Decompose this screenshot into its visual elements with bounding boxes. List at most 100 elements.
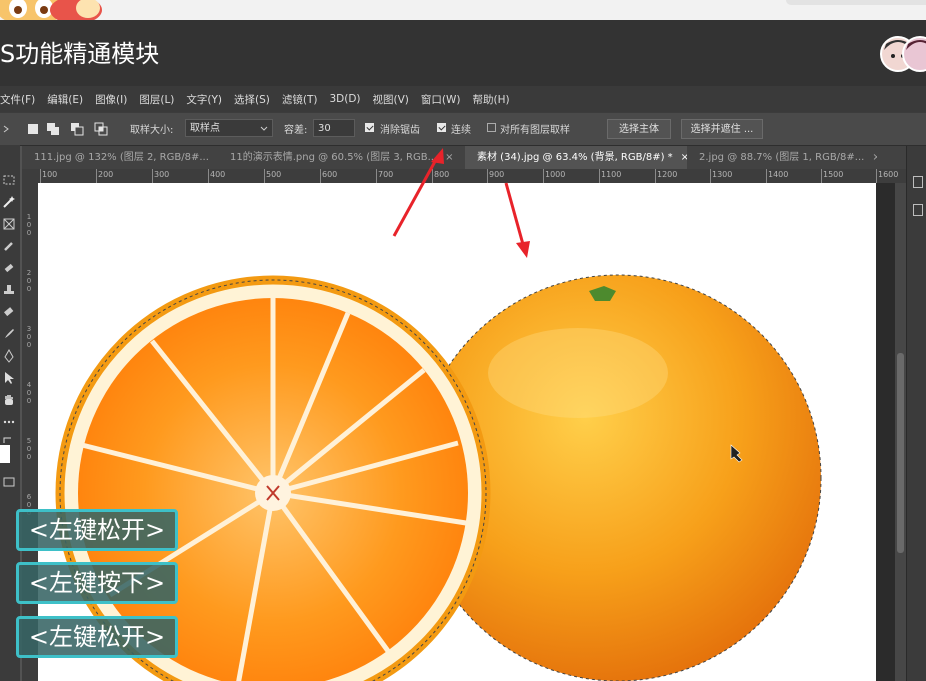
menu-file[interactable]: 文件(F): [0, 92, 35, 107]
ruler-tick: [710, 169, 711, 183]
top-strip-pill: [786, 0, 926, 5]
right-panel-strip: [906, 146, 926, 681]
ruler-tick: [543, 169, 544, 183]
ruler-label: 700: [378, 170, 394, 179]
marquee-icon[interactable]: [2, 173, 16, 187]
ruler-label: 1500: [823, 170, 844, 179]
tolerance-input[interactable]: 30: [313, 119, 355, 137]
scroll-thumb[interactable]: [897, 353, 904, 553]
tab-111-jpg[interactable]: 111.jpg @ 132% (图层 2, RGB/8#...×: [22, 146, 218, 169]
pen-icon[interactable]: [2, 349, 16, 363]
ruler-label: 1300: [712, 170, 733, 179]
menu-3d[interactable]: 3D(D): [329, 93, 360, 105]
menu-window[interactable]: 窗口(W): [421, 92, 461, 107]
properties-icon[interactable]: [913, 204, 923, 216]
more-icon[interactable]: [2, 415, 16, 429]
color-swatch-icon[interactable]: [0, 445, 10, 463]
ruler-label: 400: [210, 170, 226, 179]
antialias-label: 消除锯齿: [380, 125, 420, 136]
mascot-icon: [0, 0, 102, 20]
vertical-scrollbar[interactable]: [895, 183, 906, 681]
document-tabs: 111.jpg @ 132% (图层 2, RGB/8#...× 11的演示表情…: [22, 146, 906, 169]
crop-icon[interactable]: [2, 217, 16, 231]
options-bar: 取样大小: 取样点 容差: 30 消除锯齿 连续 对所有图层取样 选择主体 选择…: [0, 112, 926, 146]
menu-image[interactable]: 图像(I): [95, 92, 127, 107]
magic-wand-icon[interactable]: [2, 195, 16, 209]
stamp-icon[interactable]: [2, 283, 16, 297]
menu-select[interactable]: 选择(S): [234, 92, 270, 107]
new-selection-icon[interactable]: [26, 122, 40, 136]
ruler-tick: [655, 169, 656, 183]
tab-2-jpg[interactable]: 2.jpg @ 88.7% (图层 1, RGB/8#... ×: [687, 146, 877, 169]
ruler-label: 1000: [545, 170, 566, 179]
ruler-label: 0: [26, 501, 32, 509]
ruler-tick: [766, 169, 767, 183]
ruler-label: 6: [26, 493, 32, 501]
screen-mode-icon[interactable]: [2, 475, 16, 489]
hand-icon[interactable]: [2, 393, 16, 407]
ruler-tick: [40, 169, 41, 183]
add-selection-icon[interactable]: [46, 122, 60, 136]
contiguous-label: 连续: [451, 125, 471, 136]
close-icon[interactable]: ×: [445, 152, 453, 163]
ruler-label: 300: [154, 170, 170, 179]
ruler-label: 100: [42, 170, 58, 179]
healing-icon[interactable]: [2, 261, 16, 275]
sample-size-select[interactable]: 取样点: [185, 119, 273, 137]
menu-type[interactable]: 文字(Y): [186, 92, 222, 107]
tab-sucai-jpg[interactable]: 素材 (34).jpg @ 63.4% (背景, RGB/8#) * ×: [465, 146, 687, 169]
close-icon[interactable]: ×: [872, 152, 877, 163]
select-arrow-icon[interactable]: [2, 371, 16, 385]
chevron-down-icon: [260, 126, 268, 131]
eraser-icon[interactable]: [2, 305, 16, 319]
menu-layer[interactable]: 图层(L): [139, 92, 174, 107]
all-layers-checkbox[interactable]: [487, 123, 496, 132]
menu-edit[interactable]: 编辑(E): [47, 92, 83, 107]
tab-demo-png[interactable]: 11的演示表情.png @ 60.5% (图层 3, RGB... ×: [218, 146, 464, 169]
subtract-selection-icon[interactable]: [70, 122, 84, 136]
sample-size-value: 取样点: [190, 123, 220, 134]
menu-help[interactable]: 帮助(H): [473, 92, 510, 107]
document-canvas[interactable]: [38, 183, 876, 681]
ruler-label: 200: [98, 170, 114, 179]
ruler-label: 0: [26, 277, 32, 285]
menu-filter[interactable]: 滤镜(T): [282, 92, 318, 107]
menu-view[interactable]: 视图(V): [373, 92, 409, 107]
key-hint-mouse-release: <左键松开>: [16, 509, 178, 551]
sample-size-label: 取样大小:: [130, 125, 174, 136]
ruler-label: 0: [26, 229, 32, 237]
ruler-tick: [487, 169, 488, 183]
window-title: S功能精通模块: [0, 40, 160, 68]
layers-icon[interactable]: [913, 176, 923, 188]
select-and-mask-button[interactable]: 选择并遮住 ...: [681, 119, 763, 139]
ruler-label: 0: [26, 397, 32, 405]
brush-icon[interactable]: [2, 327, 16, 341]
ruler-label: 900: [489, 170, 505, 179]
ruler-label: 0: [26, 333, 32, 341]
ruler-label: 0: [26, 341, 32, 349]
tool-preset-chevron-icon[interactable]: [0, 122, 14, 136]
select-subject-button[interactable]: 选择主体: [607, 119, 671, 139]
ruler-label: 0: [26, 285, 32, 293]
contiguous-checkbox[interactable]: [437, 123, 446, 132]
ruler-tick: [432, 169, 433, 183]
ruler-label: 0: [26, 221, 32, 229]
key-hint-mouse-release-2: <左键松开>: [16, 616, 178, 658]
ruler-tick: [320, 169, 321, 183]
intersect-selection-icon[interactable]: [94, 122, 108, 136]
ruler-tick: [264, 169, 265, 183]
ruler-label: 4: [26, 381, 32, 389]
ruler-label: 2: [26, 269, 32, 277]
eyedropper-icon[interactable]: [2, 239, 16, 253]
ruler-tick: [208, 169, 209, 183]
ruler-label: 3: [26, 325, 32, 333]
ruler-tick: [821, 169, 822, 183]
ruler-tick: [152, 169, 153, 183]
ruler-label: 500: [266, 170, 282, 179]
avatar-icon[interactable]: [880, 32, 926, 76]
tab-label: 111.jpg @ 132% (图层 2, RGB/8#...: [34, 152, 209, 163]
ruler-label: 0: [26, 389, 32, 397]
vertical-ruler: 1 0 0 2 0 0 3 0 0 4 0 0 5 0 0 6 0 0: [22, 183, 38, 681]
antialias-checkbox[interactable]: [365, 123, 374, 132]
ruler-label: 1200: [657, 170, 678, 179]
